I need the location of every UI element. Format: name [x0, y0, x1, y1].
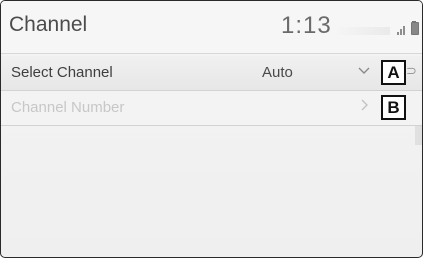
clock: 1:13	[281, 12, 332, 39]
chevron-left-edge-icon: ⊃	[406, 63, 417, 78]
channel-screen: Channel 1:13 ʘ Select Channel Auto ⊃ Cha…	[0, 0, 423, 258]
channel-number-row: Channel Number	[1, 91, 422, 126]
chevron-right-icon	[358, 98, 370, 112]
channel-number-label: Channel Number	[11, 99, 125, 116]
callout-b: B	[381, 95, 406, 120]
battery-icon	[411, 22, 419, 35]
status-area: ʘ	[334, 21, 423, 39]
select-channel-value: Auto	[262, 64, 293, 81]
bluetooth-icon: ʘ	[422, 21, 423, 35]
select-channel-row[interactable]: Select Channel Auto	[1, 56, 422, 145]
select-channel-label: Select Channel	[11, 64, 113, 81]
header-bar: Channel 1:13 ʘ	[1, 1, 422, 54]
chevron-down-icon[interactable]	[358, 63, 370, 77]
callout-a: A	[381, 60, 406, 85]
status-gradient	[334, 27, 390, 35]
page-title: Channel	[9, 13, 88, 36]
signal-icon	[397, 23, 407, 35]
